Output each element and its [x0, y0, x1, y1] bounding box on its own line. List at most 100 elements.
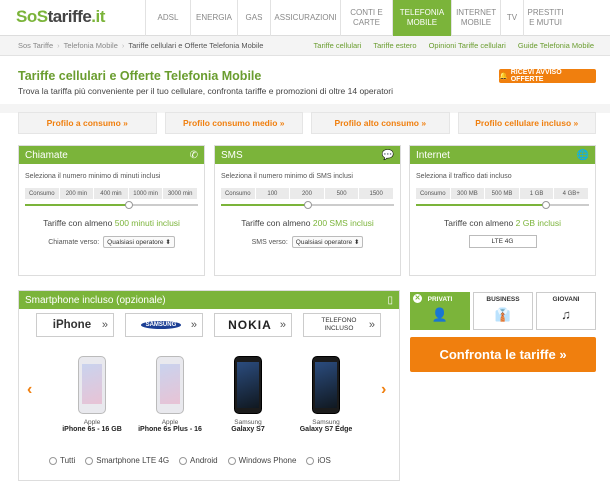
alert-offers-button[interactable]: 🔔 RICEVI AVVISO OFFERTE	[499, 69, 596, 83]
filter-lte-radio[interactable]: Smartphone LTE 4G	[85, 456, 169, 465]
calls-step[interactable]: 1000 min	[128, 188, 164, 199]
phone-model: Galaxy S7 Edge	[299, 426, 353, 433]
phone-card[interactable]: Samsung Galaxy S7	[209, 356, 287, 433]
nav-conti-e-carte[interactable]: CONTI E CARTE	[340, 0, 392, 36]
sms-step[interactable]: 200	[290, 188, 325, 199]
calls-slider-handle[interactable]	[124, 201, 133, 209]
calls-step[interactable]: 400 min	[94, 188, 129, 199]
sms-slider-fill	[221, 204, 308, 206]
brand-telefono-incluso-button[interactable]: TELEFONO INCLUSO »	[303, 313, 381, 337]
internet-step[interactable]: 4 GB+	[554, 188, 589, 199]
internet-slider[interactable]	[416, 201, 589, 209]
user-type-privati[interactable]: ✕ PRIVATI 👤	[410, 292, 470, 330]
profile-medio-button[interactable]: Profilo consumo medio »	[164, 112, 303, 134]
phone-card[interactable]: Samsung Galaxy S7 Edge	[287, 356, 365, 433]
profile-alto-button[interactable]: Profilo alto consumo »	[311, 112, 450, 134]
internet-description: Seleziona il traffico dati incluso	[416, 173, 512, 180]
carousel-next-icon[interactable]: ›	[381, 381, 386, 399]
internet-step[interactable]: Consumo	[416, 188, 451, 199]
calls-summary: Tariffe con almeno 500 minuti inclusi	[43, 218, 180, 228]
link-opinioni[interactable]: Opinioni Tariffe cellulari	[429, 41, 506, 50]
phone-card[interactable]: Apple iPhone 6s Plus - 16	[131, 356, 209, 433]
smartphone-panel-header: Smartphone incluso (opzionale) ▯	[19, 291, 399, 309]
link-tariffe-estero[interactable]: Tariffe estero	[373, 41, 416, 50]
phone-model: iPhone 6s - 16 GB	[62, 426, 122, 433]
calls-destination: Chiamate verso: Qualsiasi operatore ⬍	[19, 236, 204, 248]
sms-destination-label: SMS verso:	[251, 238, 288, 246]
breadcrumb-bar: Sos Tariffe › Telefonia Mobile › Tariffe…	[0, 36, 610, 56]
filter-tutti-radio[interactable]: Tutti	[49, 456, 75, 465]
nav-telefonia-mobile[interactable]: TELEFONIA MOBILE	[392, 0, 451, 36]
nav-prestiti-e-mutui[interactable]: PRESTITI E MUTUI	[523, 0, 567, 36]
link-guide[interactable]: Guide Telefonia Mobile	[518, 41, 594, 50]
calls-step[interactable]: Consumo	[25, 188, 60, 199]
internet-slider-handle[interactable]	[541, 201, 550, 209]
link-tariffe-cellulari[interactable]: Tariffe cellulari	[314, 41, 362, 50]
globe-icon: 🌐	[576, 149, 589, 161]
internet-slider-fill	[416, 204, 546, 206]
chevron-right-icon: »	[368, 319, 375, 331]
music-icon: ♫	[561, 307, 571, 322]
calls-step[interactable]: 3000 min	[163, 188, 198, 199]
nav-tv[interactable]: TV	[500, 0, 523, 36]
nav-energia[interactable]: ENERGIA	[190, 0, 237, 36]
breadcrumb-home[interactable]: Sos Tariffe	[18, 41, 53, 50]
sms-step[interactable]: 100	[255, 188, 291, 199]
sms-step[interactable]: Consumo	[221, 188, 256, 199]
internet-panel: Internet 🌐 Seleziona il traffico dati in…	[409, 145, 596, 276]
sms-slider-handle[interactable]	[303, 201, 312, 209]
sms-panel: SMS 💬 Seleziona il numero minimo di SMS …	[214, 145, 401, 276]
internet-step[interactable]: 1 GB	[519, 188, 555, 199]
calls-slider[interactable]	[25, 201, 198, 209]
internet-summary: Tariffe con almeno 2 GB inclusi	[443, 218, 562, 228]
compare-tariffs-button[interactable]: Confronta le tariffe »	[410, 337, 596, 372]
filter-ios-radio[interactable]: iOS	[306, 456, 331, 465]
lte-4g-toggle[interactable]: LTE 4G	[468, 235, 537, 248]
internet-step[interactable]: 300 MB	[450, 188, 486, 199]
breadcrumb-telefonia[interactable]: Telefonia Mobile	[64, 41, 118, 50]
chevron-right-icon: »	[279, 319, 286, 331]
site-logo[interactable]: SoStariffe.it	[16, 7, 105, 27]
chat-bubble-icon: 💬	[381, 149, 394, 161]
calls-description: Seleziona il numero minimo di minuti inc…	[25, 173, 161, 180]
os-filters: Tutti Smartphone LTE 4G Android Windows …	[49, 456, 331, 465]
close-icon[interactable]: ✕	[413, 294, 422, 303]
main-nav: ADSL ENERGIA GAS ASSICURAZIONI CONTI E C…	[145, 0, 567, 36]
profile-cellulare-button[interactable]: Profilo cellulare incluso »	[457, 112, 596, 134]
nav-gas[interactable]: GAS	[237, 0, 270, 36]
radio-icon	[227, 456, 236, 465]
radio-icon	[85, 456, 94, 465]
filter-android-radio[interactable]: Android	[179, 456, 218, 465]
user-type-giovani[interactable]: GIOVANI ♫	[536, 292, 596, 330]
calls-slider-fill	[25, 204, 129, 206]
page-title: Tariffe cellulari e Offerte Telefonia Mo…	[18, 69, 262, 83]
sms-destination-select[interactable]: Qualsiasi operatore ⬍	[291, 236, 364, 248]
calls-step[interactable]: 200 min	[59, 188, 95, 199]
brand-samsung-button[interactable]: SAMSUNG »	[125, 313, 203, 337]
profile-buttons: Profilo a consumo » Profilo consumo medi…	[18, 112, 596, 134]
sms-summary: Tariffe con almeno 200 SMS inclusi	[241, 218, 374, 228]
profile-consumo-button[interactable]: Profilo a consumo »	[18, 112, 157, 134]
chevron-right-icon: »	[101, 319, 108, 331]
radio-icon	[179, 456, 188, 465]
calls-destination-select[interactable]: Qualsiasi operatore ⬍	[103, 236, 175, 248]
sms-step[interactable]: 1500	[359, 188, 394, 199]
calls-destination-label: Chiamate verso:	[48, 238, 100, 246]
carousel-prev-icon[interactable]: ‹	[27, 381, 32, 399]
sms-step[interactable]: 500	[324, 188, 360, 199]
calls-panel-header: Chiamate ✆	[19, 146, 204, 164]
brand-apple-button[interactable]: iPhone »	[36, 313, 114, 337]
brand-nokia-button[interactable]: NOKIA »	[214, 313, 292, 337]
nav-assicurazioni[interactable]: ASSICURAZIONI	[270, 0, 340, 36]
nav-internet-mobile[interactable]: INTERNET MOBILE	[451, 0, 500, 36]
smartphone-panel-title: Smartphone incluso (opzionale)	[25, 294, 166, 306]
brand-filters: iPhone » SAMSUNG » NOKIA » TELEFONO INCL…	[36, 313, 381, 337]
user-type-business[interactable]: BUSINESS 👔	[473, 292, 533, 330]
filter-windows-phone-radio[interactable]: Windows Phone	[227, 456, 296, 465]
sms-panel-title: SMS	[221, 149, 243, 161]
sms-slider[interactable]	[221, 201, 394, 209]
user-type-selector: ✕ PRIVATI 👤 BUSINESS 👔 GIOVANI ♫	[410, 292, 596, 330]
phone-card[interactable]: Apple iPhone 6s - 16 GB	[53, 356, 131, 433]
internet-step[interactable]: 500 MB	[485, 188, 520, 199]
nav-adsl[interactable]: ADSL	[145, 0, 190, 36]
